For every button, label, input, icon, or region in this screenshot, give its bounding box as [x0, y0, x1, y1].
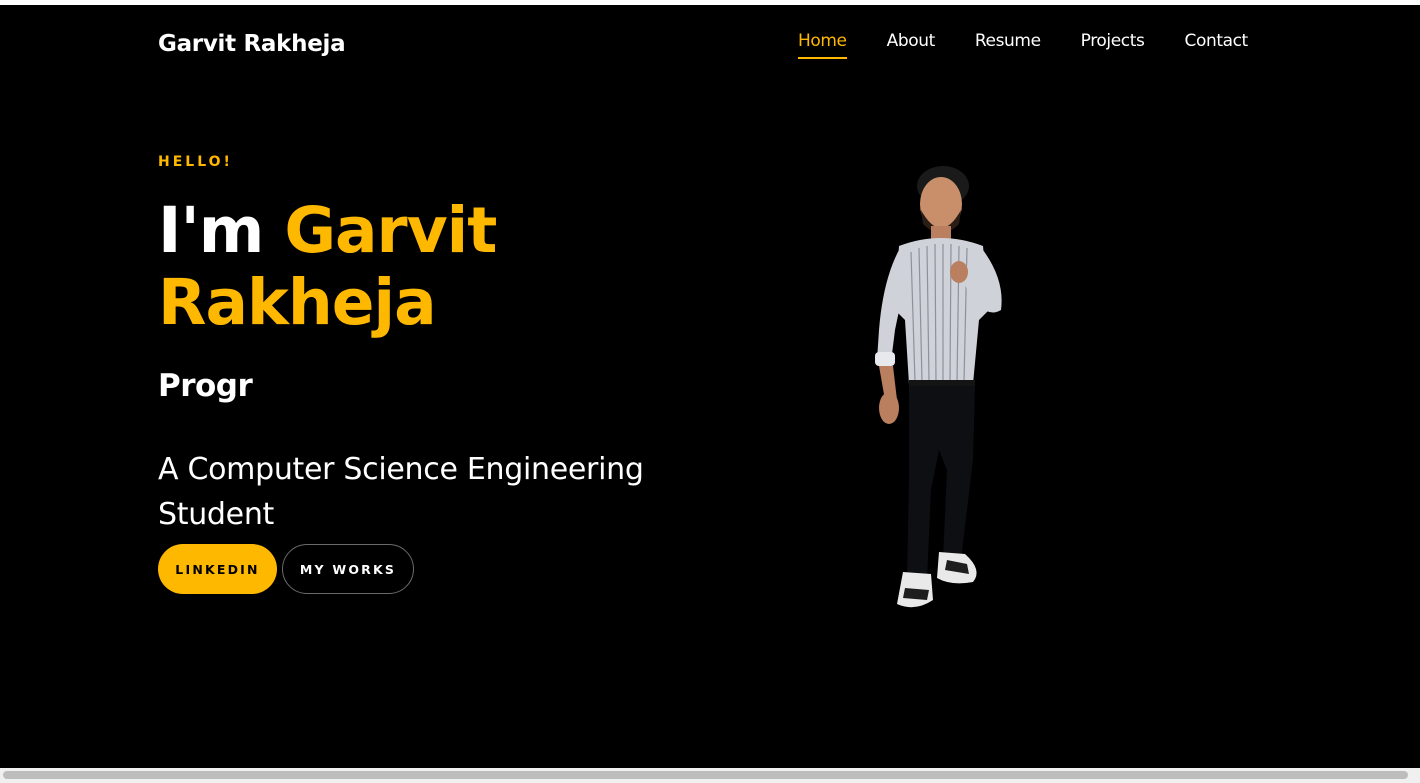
hero-greeting: HELLO! [158, 154, 233, 170]
nav-projects[interactable]: Projects [1081, 31, 1145, 59]
horizontal-scrollbar[interactable] [0, 768, 1420, 783]
scrollbar-thumb[interactable] [3, 771, 1408, 779]
headline-prefix: I'm [158, 194, 264, 267]
site-brand[interactable]: Garvit Rakheja [158, 31, 346, 57]
nav-home[interactable]: Home [798, 31, 847, 59]
nav-resume[interactable]: Resume [975, 31, 1041, 59]
main-nav: Home About Resume Projects Contact [798, 31, 1248, 59]
hero-subtitle: A Computer Science Engineering Student [158, 452, 644, 532]
page-root: Garvit Rakheja Home About Resume Project… [0, 5, 1420, 768]
headline-name-first: Garvit [284, 194, 497, 267]
typed-role-text: Progr [158, 368, 253, 404]
headline-name-last: Rakheja [158, 266, 437, 339]
person-portrait-icon [875, 166, 1002, 608]
nav-contact[interactable]: Contact [1184, 31, 1248, 59]
nav-about[interactable]: About [887, 31, 936, 59]
linkedin-button[interactable]: LINKEDIN [158, 544, 277, 594]
my-works-button[interactable]: MY WORKS [282, 544, 414, 594]
hero-headline: I'm Garvit Rakheja [158, 195, 718, 339]
